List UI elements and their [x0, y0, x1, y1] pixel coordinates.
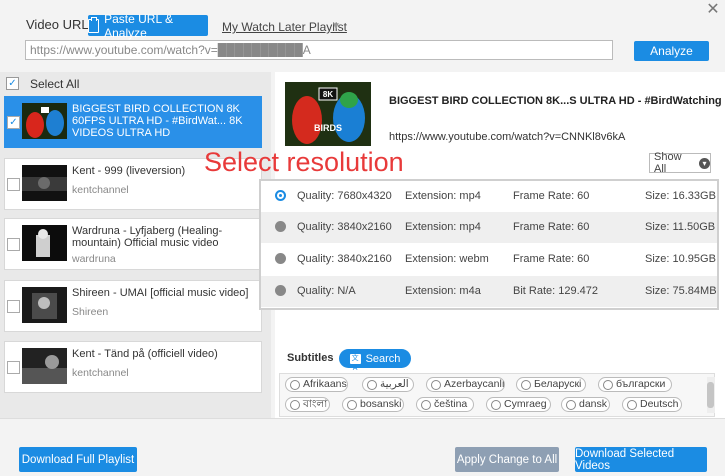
detail-video-title: BIGGEST BIRD COLLECTION 8K...S ULTRA HD …	[389, 95, 722, 107]
subtitle-option[interactable]: Cymraeg	[486, 397, 551, 412]
close-icon[interactable]: ✕	[706, 2, 720, 18]
video-title: Kent - Tänd på (officiell video)	[72, 348, 218, 360]
size-text: Size: 16.33GB	[645, 190, 716, 202]
detail-thumbnail: 8K BIRDS	[285, 82, 371, 146]
subtitle-scrollbar-thumb[interactable]	[707, 382, 714, 408]
subtitle-option[interactable]: Беларускі	[516, 377, 586, 392]
subtitle-option[interactable]: čeština	[416, 397, 474, 412]
paste-url-analyze-button[interactable]: Paste URL & Analyze	[88, 12, 208, 40]
subtitle-search-label: Search	[365, 352, 401, 365]
thumb-birds-text: BIRDS	[314, 123, 342, 133]
quality-text: Quality: 7680x4320	[297, 190, 392, 202]
clipboard-icon	[88, 16, 100, 33]
subtitle-option[interactable]: Deutsch	[622, 397, 682, 412]
video-channel: Shireen	[72, 306, 109, 318]
subtitle-option[interactable]: български	[598, 377, 672, 392]
select-resolution-annotation: Select resolution	[204, 147, 404, 177]
resolution-list: Quality: 7680x4320 Extension: mp4 Frame …	[259, 179, 719, 310]
video-thumbnail	[22, 287, 67, 323]
thumb-8k-badge: 8K	[323, 90, 333, 99]
subtitle-option[interactable]: Afrikaans	[285, 377, 348, 392]
video-thumbnail	[22, 165, 67, 201]
rate-text: Frame Rate: 60	[513, 221, 590, 233]
quality-text: Quality: 3840x2160	[297, 221, 392, 233]
resolution-row[interactable]: Quality: N/A Extension: m4a Bit Rate: 12…	[261, 276, 717, 307]
size-text: Size: 11.50GB	[645, 221, 716, 233]
show-all-label: Show All	[654, 151, 682, 175]
chevron-down-icon[interactable]: ▼	[331, 21, 341, 32]
subtitle-option[interactable]: العربية	[362, 377, 414, 392]
translate-icon: 文A	[349, 353, 361, 372]
video-card[interactable]: Wardruna - Lyfjaberg (Healing-mountain) …	[4, 218, 262, 270]
subtitle-search-button[interactable]: 文A Search	[339, 349, 411, 372]
video-title: Wardruna - Lyfjaberg (Healing-mountain) …	[72, 225, 223, 249]
subtitle-language-list: Afrikaans العربية Azerbaycanlı Беларускі…	[279, 373, 715, 417]
extension-text: Extension: m4a	[405, 285, 481, 297]
video-card[interactable]: ✓ BIGGEST BIRD COLLECTION 8K 60FPS ULTRA…	[4, 96, 262, 148]
resolution-row[interactable]: Quality: 7680x4320 Extension: mp4 Frame …	[261, 181, 717, 212]
rate-text: Frame Rate: 60	[513, 190, 590, 202]
subtitle-option[interactable]: dansk	[561, 397, 610, 412]
quality-text: Quality: 3840x2160	[297, 253, 392, 265]
video-title: Shireen - UMAI [official music video]	[72, 287, 249, 299]
video-checkbox[interactable]	[7, 361, 20, 374]
quality-text: Quality: N/A	[297, 285, 356, 297]
video-checkbox[interactable]: ✓	[7, 116, 20, 129]
video-channel: kentchannel	[72, 367, 129, 379]
resolution-row[interactable]: Quality: 3840x2160 Extension: mp4 Frame …	[261, 212, 717, 243]
rate-text: Bit Rate: 129.472	[513, 285, 599, 297]
video-thumbnail	[22, 225, 67, 261]
video-thumbnail	[22, 348, 67, 384]
select-all-label[interactable]: Select All	[30, 77, 79, 91]
rate-text: Frame Rate: 60	[513, 253, 590, 265]
video-checkbox[interactable]	[7, 238, 20, 251]
subtitle-option[interactable]: Azerbaycanlı	[426, 377, 505, 392]
subtitle-option[interactable]: বাংলা	[285, 397, 330, 412]
video-checkbox[interactable]	[7, 300, 20, 313]
video-url-label: Video URL:	[26, 17, 93, 32]
resolution-row[interactable]: Quality: 3840x2160 Extension: webm Frame…	[261, 244, 717, 275]
watch-later-playlist-link[interactable]: My Watch Later Playlist	[222, 20, 347, 34]
subtitles-label: Subtitles	[287, 352, 334, 364]
paste-url-analyze-label: Paste URL & Analyze	[104, 11, 174, 40]
video-channel: kentchannel	[72, 184, 129, 196]
detail-video-url: https://www.youtube.com/watch?v=CNNKl8v6…	[389, 131, 626, 143]
video-card[interactable]: Kent - Tänd på (officiell video) kentcha…	[4, 341, 262, 393]
size-text: Size: 75.84MB	[645, 285, 717, 297]
video-title: BIGGEST BIRD COLLECTION 8K 60FPS ULTRA H…	[72, 103, 243, 139]
analyze-button[interactable]: Analyze	[634, 41, 709, 61]
resolution-radio[interactable]	[275, 285, 286, 296]
video-channel: wardruna	[72, 253, 116, 265]
resolution-radio[interactable]	[275, 221, 286, 232]
extension-text: Extension: mp4	[405, 221, 481, 233]
video-thumbnail	[22, 103, 67, 139]
size-text: Size: 10.95GB	[645, 253, 716, 265]
show-all-dropdown[interactable]: Show All ▾	[649, 151, 711, 175]
resolution-radio[interactable]	[275, 253, 286, 264]
extension-text: Extension: webm	[405, 253, 489, 265]
download-full-playlist-button[interactable]: Download Full Playlist	[19, 447, 137, 472]
url-input[interactable]	[25, 40, 613, 60]
video-checkbox[interactable]	[7, 178, 20, 191]
subtitle-option[interactable]: bosanski	[342, 397, 404, 412]
extension-text: Extension: mp4	[405, 190, 481, 202]
select-all-checkbox[interactable]: ✓	[6, 77, 19, 90]
apply-change-to-all-button[interactable]: Apply Change to All	[455, 447, 559, 472]
chevron-down-icon: ▾	[699, 157, 710, 169]
video-card[interactable]: Shireen - UMAI [official music video] Sh…	[4, 280, 262, 332]
download-selected-videos-button[interactable]: Download Selected Videos	[575, 447, 707, 472]
resolution-radio[interactable]	[275, 190, 286, 201]
